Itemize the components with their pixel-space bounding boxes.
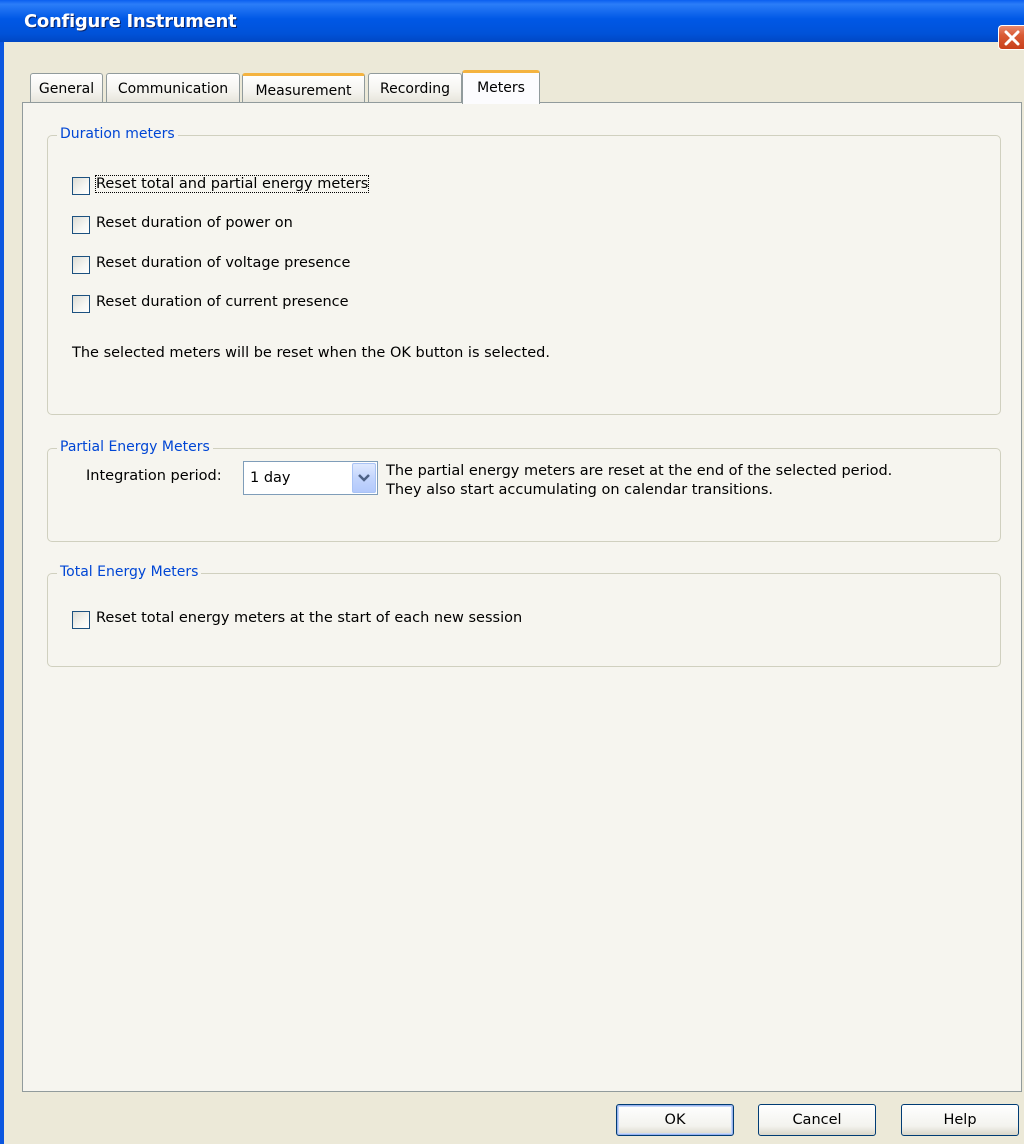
checkbox-box[interactable] <box>72 256 90 274</box>
close-button[interactable] <box>998 25 1024 50</box>
integration-period-value: 1 day <box>250 470 291 486</box>
tab-recording[interactable]: Recording <box>368 73 462 103</box>
checkbox-box[interactable] <box>72 295 90 313</box>
integration-period-label: Integration period: <box>86 468 222 484</box>
help-button[interactable]: Help <box>901 1104 1019 1136</box>
checkbox-box[interactable] <box>72 177 90 195</box>
configure-instrument-dialog: Configure Instrument General Communicati… <box>0 0 1024 1144</box>
total-energy-meters-legend: Total Energy Meters <box>57 564 202 580</box>
partial-energy-meters-legend: Partial Energy Meters <box>57 439 213 455</box>
title-bar[interactable]: Configure Instrument <box>0 0 1024 50</box>
tab-general[interactable]: General <box>30 73 103 103</box>
window-frame <box>0 42 4 1144</box>
ok-button[interactable]: OK <box>616 1104 734 1136</box>
window-title: Configure Instrument <box>24 11 237 32</box>
tab-communication[interactable]: Communication <box>106 73 240 103</box>
checkbox-label[interactable]: Reset duration of power on <box>96 215 293 231</box>
checkbox-label[interactable]: Reset duration of voltage presence <box>96 255 350 271</box>
partial-energy-description-line2: They also start accumulating on calendar… <box>386 482 774 498</box>
tab-meters[interactable]: Meters <box>462 70 540 104</box>
checkbox-label[interactable]: Reset duration of current presence <box>96 294 349 310</box>
partial-energy-description-line1: The partial energy meters are reset at t… <box>386 463 893 479</box>
checkbox-label[interactable]: Reset total and partial energy meters <box>94 175 370 193</box>
checkbox-box[interactable] <box>72 611 90 629</box>
checkbox-box[interactable] <box>72 216 90 234</box>
reset-note-text: The selected meters will be reset when t… <box>72 345 550 361</box>
integration-period-select[interactable]: 1 day <box>243 461 378 495</box>
duration-meters-legend: Duration meters <box>57 126 178 142</box>
tab-measurement[interactable]: Measurement <box>242 73 365 103</box>
checkbox-label[interactable]: Reset total energy meters at the start o… <box>96 610 522 626</box>
cancel-button[interactable]: Cancel <box>758 1104 876 1136</box>
dropdown-button[interactable] <box>352 463 376 493</box>
